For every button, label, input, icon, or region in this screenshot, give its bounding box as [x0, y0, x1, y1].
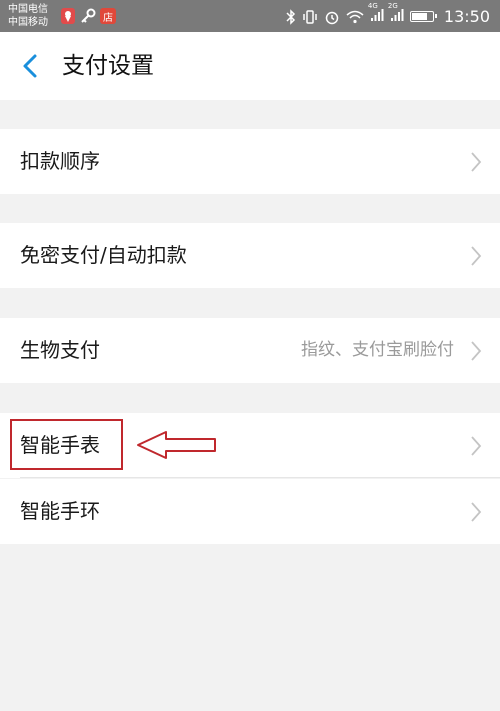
row-label: 扣款顺序	[20, 149, 100, 173]
settings-row-smart-band[interactable]: 智能手环	[0, 479, 500, 544]
chevron-right-icon	[471, 246, 482, 266]
row-label: 生物支付	[20, 338, 100, 362]
row-value: 指纹、支付宝刷脸付	[301, 340, 454, 360]
chevron-right-icon	[471, 436, 482, 456]
battery-icon	[409, 11, 437, 22]
vibrate-icon	[303, 9, 317, 24]
annotation-highlight-box	[10, 419, 123, 470]
signal-2g: 2G	[388, 2, 404, 26]
settings-row-biometric-payment[interactable]: 生物支付 指纹、支付宝刷脸付	[0, 318, 500, 383]
chevron-right-icon	[471, 341, 482, 361]
row-label: 智能手环	[20, 499, 100, 523]
signal-icon	[370, 8, 384, 21]
system-icons: 4G 2G 13:50	[286, 2, 490, 26]
page-title: 支付设置	[62, 53, 154, 79]
chevron-right-icon	[471, 152, 482, 172]
annotation-arrow-icon	[137, 431, 216, 459]
alarm-icon	[325, 11, 339, 24]
bluetooth-icon	[286, 8, 295, 25]
chevron-right-icon	[471, 502, 482, 522]
settings-row-deduction-order[interactable]: 扣款顺序	[0, 129, 500, 194]
battery-level	[411, 13, 428, 20]
store-app-icon: 店	[100, 8, 116, 24]
notification-icons: 店	[60, 8, 116, 24]
wifi-icon	[346, 10, 364, 23]
carrier-1: 中国电信	[8, 4, 48, 15]
signal-4g: 4G	[368, 2, 384, 26]
page-header: 支付设置	[0, 32, 500, 100]
location-pin-icon	[60, 8, 76, 24]
carrier-info: 中国电信 中国移动	[8, 3, 48, 29]
status-time: 13:50	[443, 7, 490, 26]
settings-row-password-free-payment[interactable]: 免密支付/自动扣款	[0, 223, 500, 288]
status-bar: 中国电信 中国移动 店 4G 2G 13:50	[0, 0, 500, 32]
signal-icon	[390, 8, 404, 21]
row-label: 免密支付/自动扣款	[20, 243, 187, 267]
key-icon	[80, 8, 96, 24]
chevron-left-icon[interactable]	[18, 52, 46, 80]
row-divider	[20, 477, 500, 478]
carrier-2: 中国移动	[8, 17, 48, 28]
